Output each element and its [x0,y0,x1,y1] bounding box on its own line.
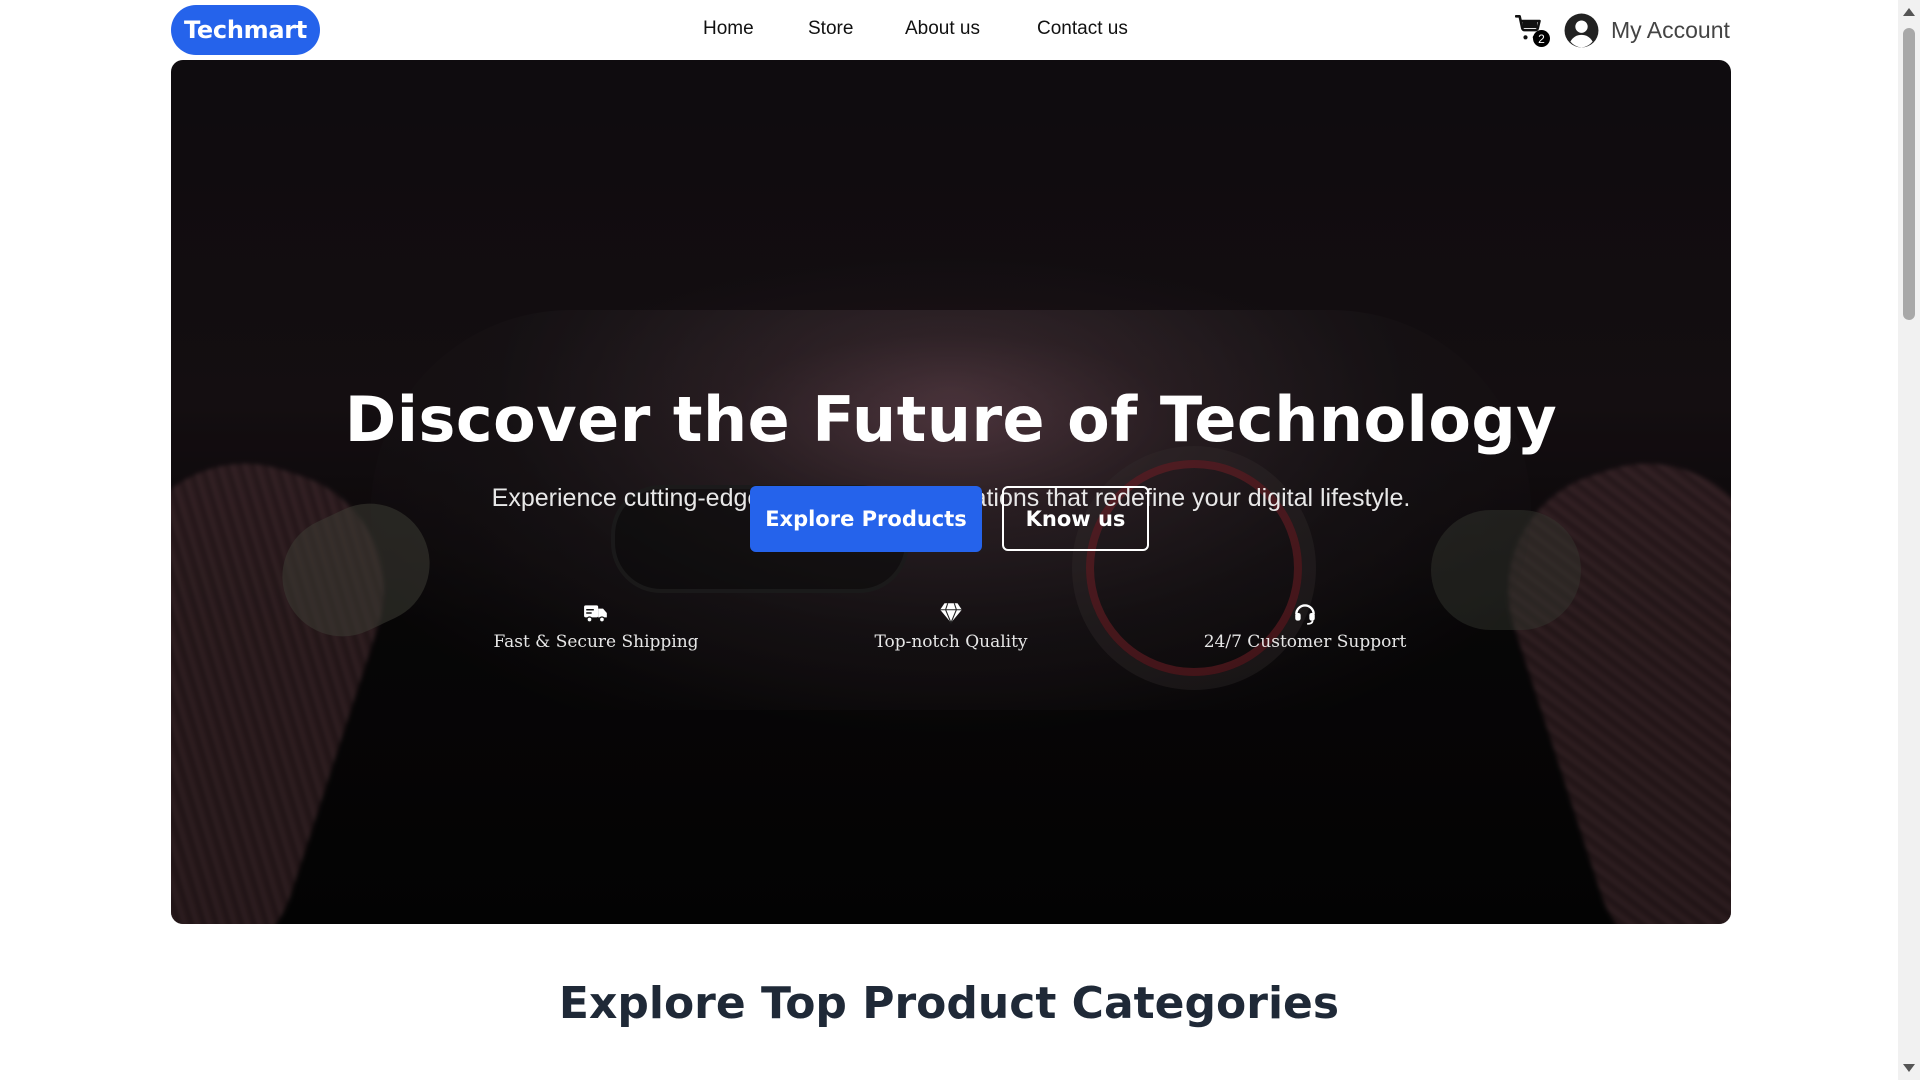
section-title-categories: Explore Top Product Categories [558,978,1340,1029]
feature-quality: Top-notch Quality [821,600,1081,652]
headset-icon [1295,604,1315,625]
feature-support-label: 24/7 Customer Support [1203,632,1407,652]
truck-icon [584,605,607,623]
hero-banner: Discover the Future of Technology Experi… [171,60,1731,924]
feature-shipping-label: Fast & Secure Shipping [493,632,699,652]
hero-title: Discover the Future of Technology [344,383,1558,456]
page-scrollbar[interactable] [1898,0,1920,1080]
diamond-icon [940,603,962,625]
feature-quality-label: Top-notch Quality [874,632,1028,652]
cart-count-badge: 2 [1533,30,1550,47]
scroll-up-arrow-icon[interactable] [1903,8,1915,16]
nav-contact-link[interactable]: Contact us [1037,18,1128,40]
know-us-button[interactable]: Know us [1002,486,1149,551]
explore-products-button[interactable]: Explore Products [750,486,982,552]
cart-button[interactable]: 2 [1514,14,1550,48]
nav-about-link[interactable]: About us [905,18,980,40]
scrollbar-thumb[interactable] [1903,28,1915,320]
my-account-label: My Account [1611,16,1730,43]
feature-shipping: Fast & Secure Shipping [466,600,726,652]
hero-content: Discover the Future of Technology Experi… [171,60,1731,924]
nav-home-link[interactable]: Home [703,18,754,40]
top-navbar: Techmart Home Store About us Contact us … [0,0,1898,60]
scroll-down-arrow-icon[interactable] [1903,1064,1915,1072]
user-circle-icon [1564,13,1599,47]
feature-support: 24/7 Customer Support [1175,600,1435,652]
my-account-button[interactable]: My Account [1563,10,1730,50]
nav-store-link[interactable]: Store [808,18,853,40]
